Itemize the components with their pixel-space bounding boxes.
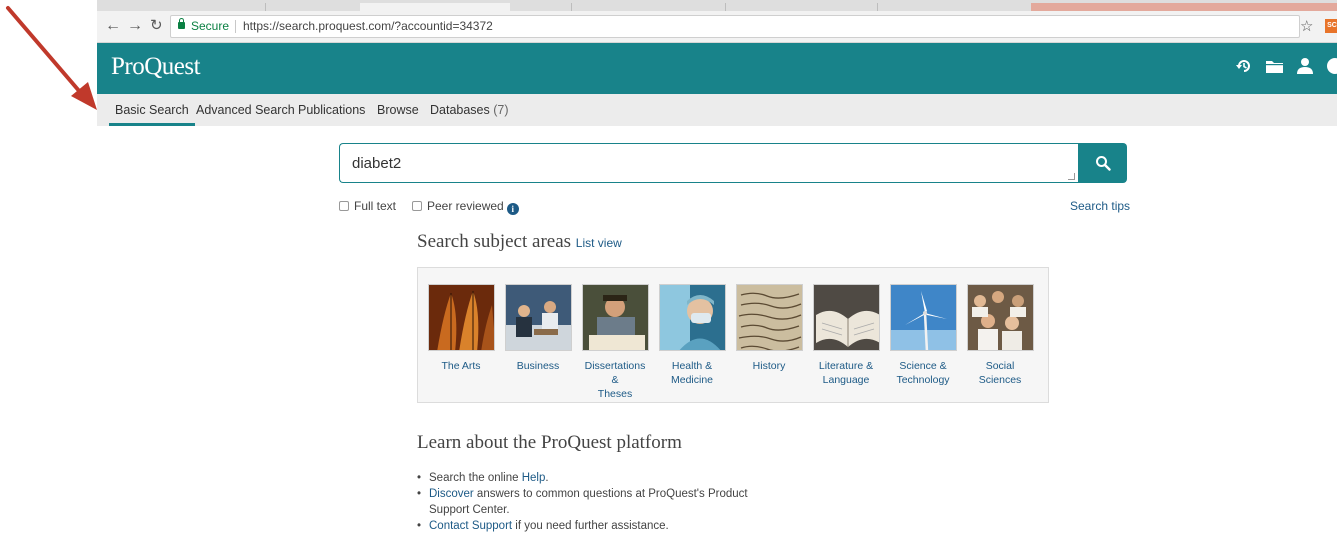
user-icon[interactable] bbox=[1296, 57, 1314, 80]
browser-tab-highlighted[interactable] bbox=[1031, 3, 1337, 11]
contact-support-link[interactable]: Contact Support bbox=[429, 520, 512, 532]
fulltext-label: Full text bbox=[354, 199, 397, 213]
browser-tab-active[interactable] bbox=[360, 3, 510, 11]
proquest-logo[interactable]: ProQuest bbox=[111, 53, 201, 81]
science-image bbox=[889, 284, 957, 351]
peer-reviewed-checkbox[interactable] bbox=[412, 201, 422, 211]
browser-tabstrip bbox=[97, 0, 1337, 11]
literature-image bbox=[812, 284, 880, 351]
address-separator bbox=[235, 20, 236, 33]
peer-reviewed-filter[interactable]: Peer reviewed i bbox=[412, 199, 519, 215]
contact-support-text: if you need further assistance. bbox=[512, 520, 669, 532]
tab-basic-search[interactable]: Basic Search bbox=[109, 103, 195, 126]
page: ← → ↻ Secure https://search.proquest.com… bbox=[0, 0, 1337, 538]
list-item: Contact Support if you need further assi… bbox=[417, 518, 757, 534]
tab-databases-label: Databases bbox=[430, 103, 490, 117]
search-bar: diabet2 bbox=[339, 143, 1127, 183]
browser-toolbar: ← → ↻ Secure https://search.proquest.com… bbox=[97, 11, 1337, 43]
forward-icon[interactable]: → bbox=[127, 15, 143, 37]
site-header: ProQuest bbox=[97, 43, 1337, 94]
subject-tile-social-sciences[interactable]: Social Sciences bbox=[966, 284, 1034, 387]
tile-label-line1: Science & bbox=[899, 360, 947, 372]
address-bar[interactable]: Secure https://search.proquest.com/?acco… bbox=[170, 15, 1300, 38]
tab-divider bbox=[571, 3, 572, 11]
tile-label-line2: Language bbox=[822, 374, 870, 386]
resize-handle[interactable] bbox=[1068, 173, 1075, 180]
subject-tile-science[interactable]: Science & Technology bbox=[889, 284, 957, 387]
tab-databases[interactable]: Databases (7) bbox=[430, 103, 509, 117]
subject-tile-literature[interactable]: Literature & Language bbox=[812, 284, 880, 387]
list-item: Search the online Help. bbox=[417, 470, 757, 486]
search-tips-link[interactable]: Search tips bbox=[1070, 199, 1130, 213]
url-text[interactable]: https://search.proquest.com/?accountid=3… bbox=[243, 16, 493, 37]
help-text: Search the online bbox=[429, 472, 522, 484]
databases-count: (7) bbox=[493, 103, 509, 117]
tab-advanced-search[interactable]: Advanced Search bbox=[196, 103, 295, 117]
tile-label-line1: Health & bbox=[671, 360, 713, 372]
search-input[interactable]: diabet2 bbox=[339, 143, 1079, 183]
search-button[interactable] bbox=[1078, 143, 1127, 183]
subject-tile-history[interactable]: History bbox=[735, 284, 803, 373]
tile-label-line2: Medicine bbox=[670, 374, 714, 386]
tab-divider bbox=[877, 3, 878, 11]
help-text-end: . bbox=[545, 472, 549, 484]
subject-tile-business[interactable]: Business bbox=[504, 284, 572, 373]
subject-tile-dissertations[interactable]: Dissertations & Theses bbox=[581, 284, 649, 401]
folder-icon[interactable] bbox=[1265, 57, 1284, 80]
secure-label: Secure bbox=[191, 19, 230, 33]
discover-link[interactable]: Discover bbox=[429, 488, 474, 500]
fulltext-checkbox[interactable] bbox=[339, 201, 349, 211]
learn-list: Search the online Help. Discover answers… bbox=[417, 470, 757, 534]
annotation-arrow bbox=[6, 6, 97, 110]
fulltext-filter[interactable]: Full text bbox=[339, 199, 396, 213]
list-view-link[interactable]: List view bbox=[576, 236, 622, 250]
subject-tile-health[interactable]: Health & Medicine bbox=[658, 284, 726, 387]
info-icon[interactable]: i bbox=[506, 203, 519, 215]
discover-text: answers to common questions at ProQuest'… bbox=[429, 488, 748, 516]
arts-image bbox=[427, 284, 495, 351]
tab-divider bbox=[725, 3, 726, 11]
subject-areas-title: Search subject areas bbox=[417, 231, 572, 252]
tile-label-line1: Literature & bbox=[818, 360, 874, 372]
lock-icon bbox=[178, 18, 185, 29]
tile-label-line2: Theses bbox=[597, 388, 633, 400]
bookmark-star-icon[interactable]: ☆ bbox=[1300, 17, 1313, 35]
search-icon bbox=[1096, 156, 1111, 171]
subject-areas-panel: The Arts Business Dissertations & Theses … bbox=[417, 267, 1049, 403]
reload-icon[interactable]: ↻ bbox=[150, 15, 163, 37]
tab-divider bbox=[265, 3, 266, 11]
social-sciences-image bbox=[966, 284, 1034, 351]
dissertations-image bbox=[581, 284, 649, 351]
history-icon[interactable] bbox=[1235, 57, 1253, 80]
tab-publications[interactable]: Publications bbox=[298, 103, 365, 117]
list-item: Discover answers to common questions at … bbox=[417, 486, 757, 518]
extension-icon[interactable]: SC bbox=[1325, 19, 1337, 33]
help-link[interactable]: Help bbox=[522, 472, 546, 484]
learn-heading: Learn about the ProQuest platform bbox=[417, 432, 682, 453]
tile-label-line1: The Arts bbox=[441, 360, 481, 372]
tile-label-line1: Dissertations & bbox=[584, 360, 646, 386]
history-image bbox=[735, 284, 803, 351]
subject-tile-arts[interactable]: The Arts bbox=[427, 284, 495, 373]
tile-label-line1: Business bbox=[516, 360, 560, 372]
subject-areas-heading: Search subject areas List view bbox=[417, 231, 622, 253]
business-image bbox=[504, 284, 572, 351]
tile-label-line1: Social Sciences bbox=[978, 360, 1022, 386]
health-image bbox=[658, 284, 726, 351]
search-nav: Basic Search Advanced Search Publication… bbox=[97, 94, 1337, 126]
tile-label-line2: Technology bbox=[896, 374, 950, 386]
peer-reviewed-label: Peer reviewed bbox=[427, 199, 504, 213]
tile-label-line1: History bbox=[752, 360, 786, 372]
tab-browse[interactable]: Browse bbox=[377, 103, 419, 117]
more-icon[interactable] bbox=[1326, 57, 1337, 80]
